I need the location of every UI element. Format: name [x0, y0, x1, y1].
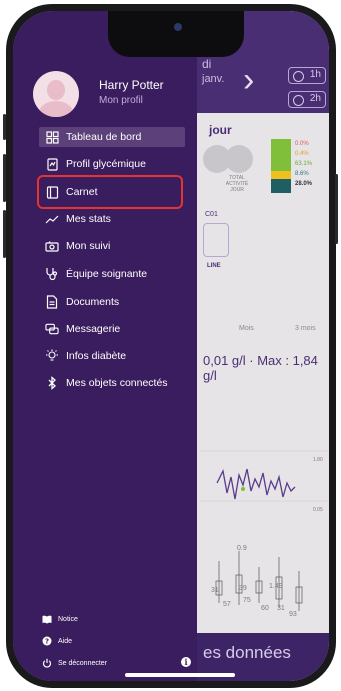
day-subtitle: janv.: [202, 73, 225, 85]
menu-label: Messagerie: [66, 323, 121, 335]
device-status: LINE: [207, 263, 221, 269]
menu-label: Tableau de bord: [66, 131, 142, 143]
menu-item-diabetes-info[interactable]: Infos diabète: [39, 346, 185, 366]
menu-label: Profil glycémique: [66, 158, 146, 170]
footer-label: Se déconnecter: [58, 659, 108, 667]
footer-label: Aide: [58, 637, 73, 645]
value-label: 39: [239, 585, 247, 592]
power-side-button: [335, 174, 338, 244]
glycemic-profile-icon: [45, 157, 59, 171]
navigation-drawer: Harry Potter Mon profil Tableau de bord …: [13, 11, 197, 681]
notice-link[interactable]: Notice: [42, 614, 78, 624]
avatar[interactable]: [33, 71, 79, 117]
bluetooth-icon: [45, 376, 59, 390]
menu-label: Équipe soignante: [66, 268, 148, 280]
value-label: 31: [277, 605, 285, 612]
pill-1h[interactable]: 1h: [288, 67, 326, 84]
camera: [174, 23, 182, 31]
book-icon: [42, 614, 52, 624]
menu-item-glycemic-profile[interactable]: Profil glycémique: [39, 154, 185, 174]
lightbulb-icon: [45, 349, 59, 363]
pct-4: 28.0%: [295, 181, 313, 187]
menu-label: Mon suivi: [66, 240, 111, 252]
menu-item-care-team[interactable]: Équipe soignante: [39, 264, 185, 284]
value-label: 57: [223, 601, 231, 608]
menu-label: Mes objets connectés: [66, 377, 168, 389]
menu-item-messaging[interactable]: Messagerie: [39, 319, 185, 339]
chevron-right-icon[interactable]: ›: [243, 63, 254, 97]
bottom-text[interactable]: es données: [203, 643, 291, 663]
tab-month[interactable]: Mois: [239, 325, 254, 332]
profile-link[interactable]: Mon profil: [99, 95, 143, 106]
volume-up-button: [3, 154, 6, 202]
value-label: 1.49: [269, 583, 283, 590]
screen: di janv. › 1h 2h jour TOTAL ACTIVITÉ JOU…: [13, 11, 329, 681]
dashboard-icon: [45, 130, 59, 144]
tab-3months[interactable]: 3 mois: [295, 325, 316, 332]
stethoscope-icon: [45, 267, 59, 281]
home-indicator[interactable]: [125, 673, 235, 677]
device-card: [203, 223, 229, 257]
day-title: di: [202, 57, 212, 71]
value-label: 93: [289, 611, 297, 618]
device-code: C01: [205, 211, 218, 218]
pct-0: 0.0%: [295, 141, 309, 147]
value-label: 0.9: [237, 545, 247, 552]
value-label: 60: [261, 605, 269, 612]
activity-bar: [271, 139, 291, 193]
pct-2: 63.1%: [295, 161, 313, 167]
carnet-highlight-box: [37, 175, 183, 209]
menu-item-dashboard[interactable]: Tableau de bord: [39, 127, 185, 147]
avatar-body: [39, 101, 73, 117]
glycemia-range: 0,01 g/l · Max : 1,84 g/l: [203, 353, 318, 383]
section-title: jour: [209, 123, 232, 137]
chat-icon: [45, 322, 59, 336]
mute-button: [3, 114, 6, 140]
user-name[interactable]: Harry Potter: [99, 78, 164, 92]
pct-3: 8.6%: [295, 171, 309, 177]
menu-label: Mes stats: [66, 213, 111, 225]
stats-icon: [45, 212, 59, 226]
help-link[interactable]: ? Aide: [42, 636, 72, 646]
logout-link[interactable]: Se déconnecter: [42, 658, 107, 668]
volume-down-button: [3, 210, 6, 258]
menu-item-connected-devices[interactable]: Mes objets connectés: [39, 373, 185, 393]
menu-item-tracking[interactable]: Mon suivi: [39, 236, 185, 256]
tracking-icon: [45, 239, 59, 253]
value-label: 31: [211, 587, 219, 594]
notch: [108, 11, 244, 57]
help-icon: ?: [42, 636, 52, 646]
menu-item-stats[interactable]: Mes stats: [39, 209, 185, 229]
power-icon: [42, 658, 52, 668]
chart-label-high: 1.80: [313, 457, 323, 463]
avatar-head: [47, 80, 65, 100]
bar-segment-teal: [271, 179, 291, 193]
menu-item-documents[interactable]: Documents: [39, 292, 185, 312]
footer-label: Notice: [58, 615, 78, 623]
document-icon: [45, 295, 59, 309]
stat-circle: [225, 145, 253, 173]
bar-segment-yellow: [271, 171, 291, 179]
total-activity-label: TOTAL ACTIVITÉ JOUR: [225, 175, 249, 193]
chart-label-low: 0.05: [313, 507, 323, 513]
menu-label: Documents: [66, 296, 120, 308]
pill-2h[interactable]: 2h: [288, 91, 326, 108]
info-icon[interactable]: i: [181, 657, 191, 667]
phone-frame: di janv. › 1h 2h jour TOTAL ACTIVITÉ JOU…: [3, 4, 338, 688]
value-label: 75: [243, 597, 251, 604]
menu-label: Infos diabète: [66, 350, 127, 362]
svg-text:?: ?: [45, 638, 49, 646]
pct-1: 0.4%: [295, 151, 309, 157]
bar-segment-green: [271, 139, 291, 171]
